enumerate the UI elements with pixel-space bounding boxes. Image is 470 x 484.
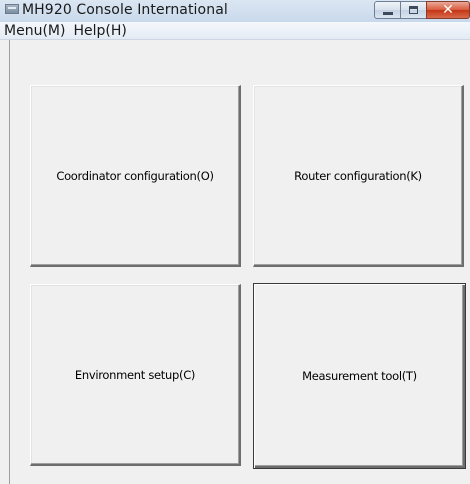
- app-window-icon[interactable]: [5, 4, 19, 14]
- minimize-button[interactable]: [374, 1, 401, 19]
- main-window: MH920 Console International ✕ Menu(M) He…: [0, 0, 470, 484]
- maximize-button[interactable]: [400, 1, 427, 19]
- close-button[interactable]: ✕: [426, 1, 470, 19]
- title-bar[interactable]: MH920 Console International ✕: [0, 0, 470, 22]
- measurement-tool-button[interactable]: Measurement tool(T): [253, 283, 466, 469]
- window-title: MH920 Console International: [22, 2, 228, 18]
- maximize-icon: [409, 6, 418, 14]
- menu-item-help[interactable]: Help(H): [71, 22, 132, 40]
- caption-buttons: ✕: [374, 1, 470, 19]
- client-area: Coordinator configuration(O) Router conf…: [9, 40, 470, 484]
- minimize-icon: [383, 12, 393, 15]
- menu-item-menu[interactable]: Menu(M): [0, 22, 71, 40]
- environment-setup-button[interactable]: Environment setup(C): [30, 284, 241, 466]
- close-icon: ✕: [442, 2, 454, 18]
- menu-bar: Menu(M) Help(H): [0, 22, 470, 40]
- coordinator-configuration-button[interactable]: Coordinator configuration(O): [30, 85, 241, 267]
- router-configuration-button[interactable]: Router configuration(K): [253, 85, 464, 267]
